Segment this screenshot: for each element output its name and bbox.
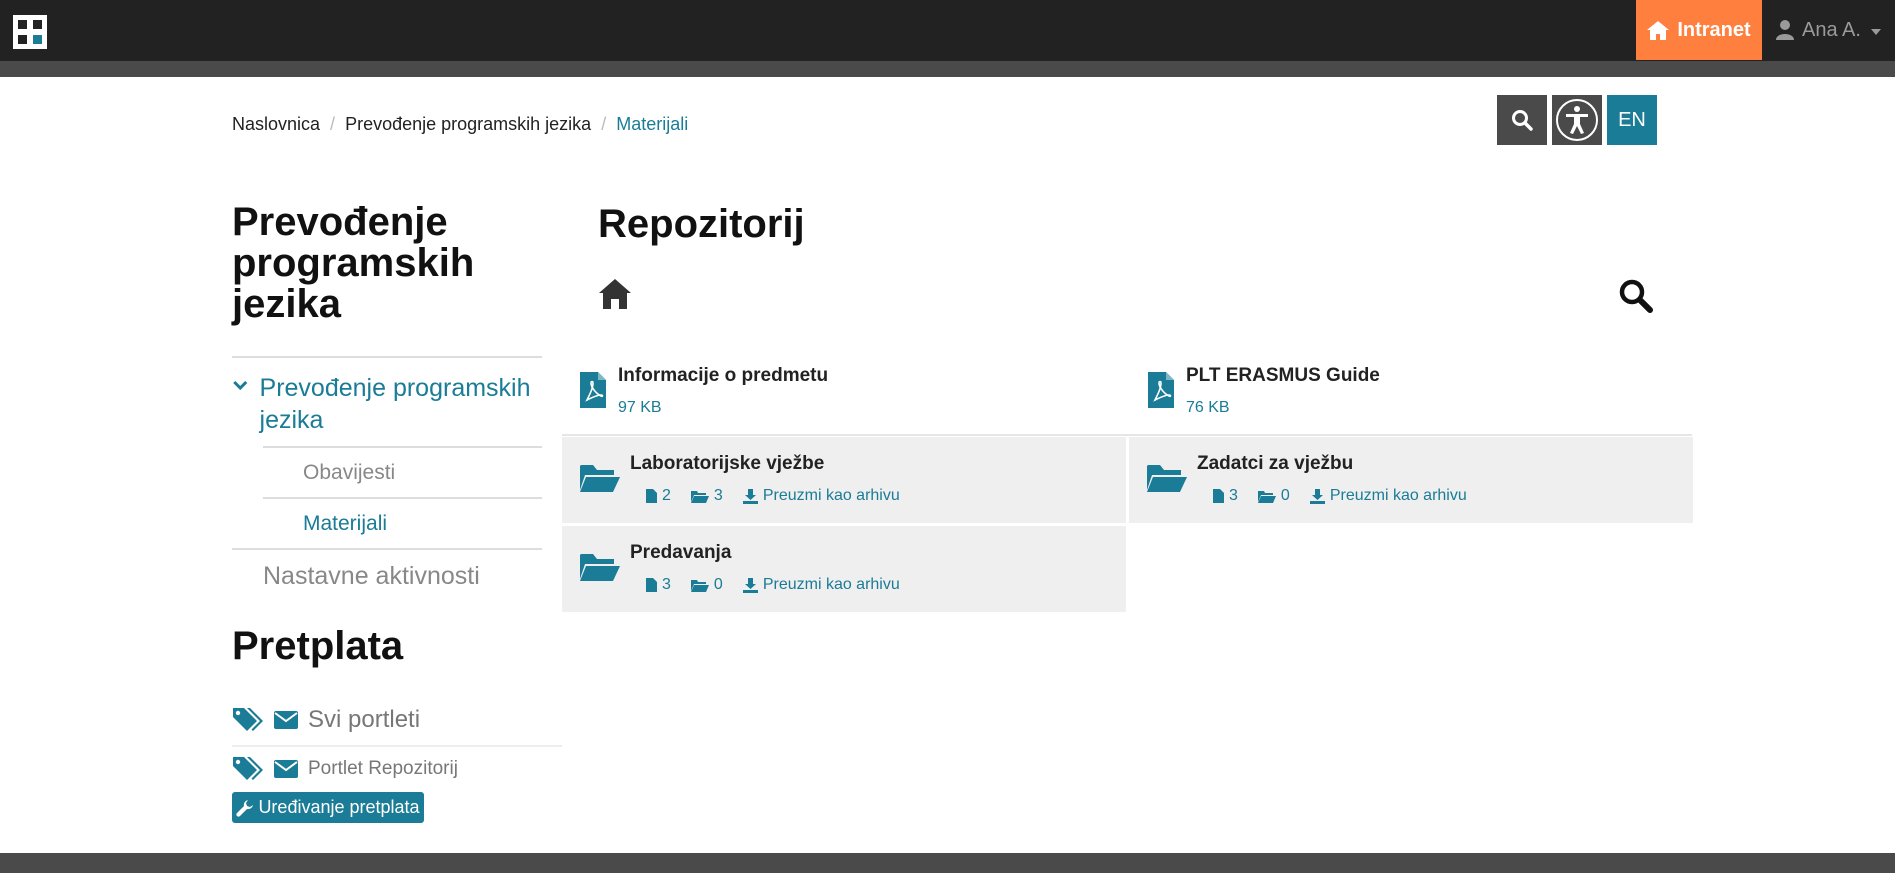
intranet-button[interactable]: Intranet — [1636, 0, 1762, 60]
user-icon — [1776, 20, 1794, 40]
folder-name: Laboratorijske vježbe — [630, 453, 825, 474]
folder-open-icon — [580, 554, 620, 581]
tags-icon[interactable] — [232, 706, 264, 734]
envelope-icon[interactable] — [274, 711, 298, 729]
top-navbar: Intranet Ana A. — [0, 0, 1895, 61]
download-archive-label: Preuzmi kao arhivu — [1329, 487, 1467, 504]
file-item[interactable]: PLT ERASMUS Guide 76 KB — [1130, 358, 1692, 434]
download-archive-label: Preuzmi kao arhivu — [762, 576, 900, 593]
file-size: 76 KB — [1186, 399, 1230, 416]
sidebar-item-nastavne-aktivnosti[interactable]: Nastavne aktivnosti — [232, 548, 542, 603]
folder-count: 0 — [690, 576, 723, 594]
sidebar-item-materijali[interactable]: Materijali — [263, 497, 542, 548]
user-menu[interactable]: Ana A. — [1776, 0, 1881, 60]
subscription-title: Pretplata — [232, 624, 404, 668]
breadcrumb-separator: / — [330, 114, 336, 134]
folder-count-value: 0 — [1280, 487, 1290, 504]
file-item[interactable]: Informacije o predmetu 97 KB — [562, 358, 1124, 434]
edit-subscriptions-button[interactable]: Uređivanje pretplata — [232, 792, 424, 823]
folder-item[interactable]: Zadatci za vježbu 3 0 Preuzmi kao arhivu — [1129, 437, 1693, 523]
file-name: PLT ERASMUS Guide — [1186, 365, 1380, 386]
folder-meta: 3 0 Preuzmi kao arhivu — [646, 576, 900, 594]
folder-count: 0 — [1257, 487, 1290, 505]
file-icon — [1213, 489, 1224, 503]
sidebar-item-label: Prevođenje programskih jezika — [259, 374, 531, 434]
subscription-row-all: Svi portleti — [232, 703, 562, 747]
tags-icon[interactable] — [232, 755, 264, 783]
folder-name: Predavanja — [630, 542, 732, 563]
breadcrumb-course[interactable]: Prevođenje programskih jezika — [345, 114, 591, 135]
folder-count-value: 0 — [713, 576, 723, 593]
envelope-icon[interactable] — [274, 760, 298, 778]
download-icon — [742, 488, 758, 504]
accessibility-button[interactable] — [1552, 95, 1602, 145]
download-icon — [742, 577, 758, 593]
folder-count-value: 3 — [713, 487, 723, 504]
home-icon — [1647, 20, 1670, 40]
folder-name: Zadatci za vježbu — [1197, 453, 1354, 474]
folder-item[interactable]: Predavanja 3 0 Preuzmi kao arhivu — [562, 526, 1126, 612]
file-count: 3 — [1213, 487, 1238, 505]
folder-open-icon — [1257, 490, 1276, 503]
file-icon — [646, 578, 657, 592]
file-count-value: 3 — [662, 576, 671, 593]
divider — [562, 434, 1692, 436]
edit-subscriptions-label: Uređivanje pretplata — [258, 797, 420, 817]
logo-icon[interactable] — [13, 15, 47, 49]
folder-meta: 3 0 Preuzmi kao arhivu — [1213, 487, 1467, 505]
search-icon — [1512, 110, 1533, 131]
chevron-down-icon — [1870, 28, 1881, 35]
breadcrumb-separator: / — [601, 114, 607, 134]
sidebar-item-course[interactable]: Prevođenje programskih jezika — [232, 356, 542, 446]
user-name: Ana A. — [1802, 18, 1861, 41]
breadcrumb: Naslovnica / Prevođenje programskih jezi… — [232, 114, 688, 135]
folder-count: 3 — [690, 487, 723, 505]
file-count: 3 — [646, 576, 671, 594]
subscription-row-portlet: Portlet Repozitorij — [232, 754, 562, 784]
download-archive-link[interactable]: Preuzmi kao arhivu — [742, 487, 900, 505]
file-count: 2 — [646, 487, 671, 505]
footer-bar — [0, 853, 1895, 873]
pdf-file-icon — [580, 372, 606, 408]
file-name: Informacije o predmetu — [618, 365, 829, 386]
subscription-portlet-label: Portlet Repozitorij — [308, 758, 458, 779]
download-archive-link[interactable]: Preuzmi kao arhivu — [1309, 487, 1467, 505]
language-button[interactable]: EN — [1607, 95, 1657, 145]
breadcrumb-home[interactable]: Naslovnica — [232, 114, 320, 135]
folder-open-icon — [690, 579, 709, 592]
topbar-strip — [0, 61, 1895, 77]
folder-item[interactable]: Laboratorijske vježbe 2 3 Preuzmi kao ar… — [562, 437, 1126, 523]
chevron-down-icon — [233, 380, 248, 390]
intranet-label: Intranet — [1677, 18, 1751, 41]
folder-meta: 2 3 Preuzmi kao arhivu — [646, 487, 900, 505]
search-icon[interactable] — [1618, 278, 1653, 313]
wrench-icon — [236, 799, 254, 817]
course-title: Prevođenje programskih jezika — [232, 200, 475, 326]
download-archive-link[interactable]: Preuzmi kao arhivu — [742, 576, 900, 594]
breadcrumb-current: Materijali — [616, 114, 689, 134]
file-count-value: 3 — [1229, 487, 1238, 504]
folder-open-icon — [1147, 465, 1187, 492]
search-button[interactable] — [1497, 95, 1547, 145]
file-count-value: 2 — [662, 487, 671, 504]
sidebar-item-obavijesti[interactable]: Obavijesti — [263, 446, 542, 497]
folder-open-icon — [580, 465, 620, 492]
subscription-all-label: Svi portleti — [308, 706, 421, 733]
pdf-file-icon — [1148, 372, 1174, 408]
sidebar-nav: Prevođenje programskih jezika Obavijesti… — [232, 356, 542, 603]
folder-open-icon — [690, 490, 709, 503]
download-archive-label: Preuzmi kao arhivu — [762, 487, 900, 504]
download-icon — [1309, 488, 1325, 504]
file-icon — [646, 489, 657, 503]
page-title: Repozitorij — [598, 202, 805, 246]
accessibility-icon — [1556, 99, 1598, 141]
file-size: 97 KB — [618, 399, 662, 416]
home-icon[interactable] — [598, 278, 632, 310]
